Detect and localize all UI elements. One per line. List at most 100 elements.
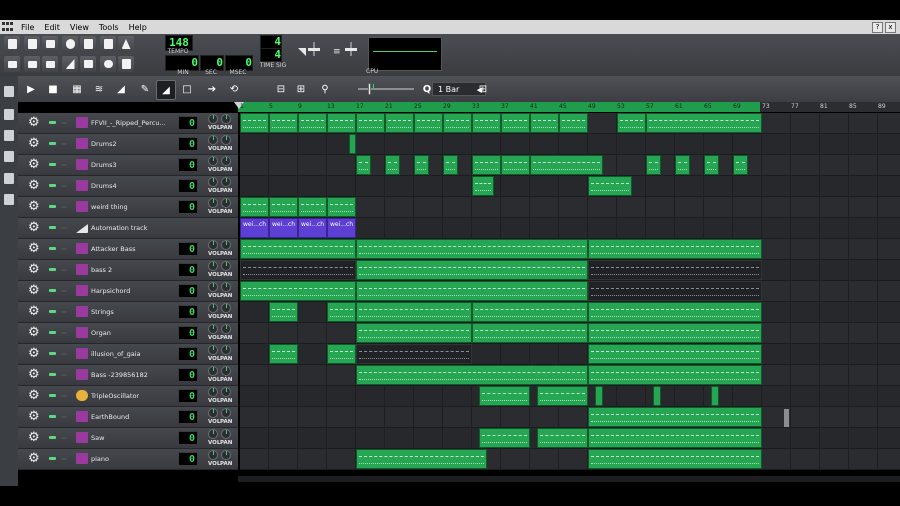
track-name[interactable]: Drums4 — [91, 176, 177, 196]
gear-icon[interactable]: ⚙ — [28, 158, 41, 171]
solo-toggle[interactable] — [61, 353, 67, 355]
mute-toggle[interactable] — [49, 415, 56, 418]
pattern-clip[interactable] — [298, 197, 327, 217]
track-name[interactable]: illusion_of_gaia — [91, 344, 177, 364]
track-channel-display[interactable]: 0 — [178, 389, 198, 403]
vertical-scrollbar[interactable] — [784, 409, 789, 427]
track-channel-display[interactable]: 0 — [178, 284, 198, 298]
mute-toggle[interactable] — [49, 268, 56, 271]
pan-knob[interactable] — [221, 303, 231, 313]
pattern-clip[interactable] — [356, 302, 472, 322]
my-samples-icon[interactable] — [4, 130, 14, 141]
track-lane[interactable] — [240, 344, 900, 365]
track-header[interactable]: ⚙ Attacker Bass 0 VOL PAN — [18, 239, 238, 260]
track-lane[interactable] — [240, 449, 900, 470]
timesig-numerator[interactable]: 4 — [260, 35, 282, 49]
track-channel-display[interactable]: 0 — [178, 452, 198, 466]
track-header[interactable]: ⚙ piano 0 VOL PAN — [18, 449, 238, 470]
my-projects-icon[interactable] — [4, 109, 14, 120]
menu-view[interactable]: View — [65, 23, 94, 32]
menu-help[interactable]: Help — [124, 23, 152, 32]
horizontal-scrollbar[interactable] — [238, 476, 900, 482]
beat-bassline-editor-icon[interactable] — [24, 56, 40, 72]
mute-toggle[interactable] — [49, 184, 56, 187]
pattern-clip[interactable] — [443, 113, 472, 133]
solo-toggle[interactable] — [61, 269, 67, 271]
pattern-clip[interactable] — [588, 428, 762, 448]
pattern-clip[interactable] — [588, 344, 762, 364]
pattern-clip[interactable] — [356, 281, 588, 301]
track-name[interactable]: Harpsichord — [91, 281, 177, 301]
pattern-clip[interactable] — [356, 113, 385, 133]
master-pitch-slider[interactable] — [343, 42, 359, 56]
pattern-clip[interactable] — [588, 176, 632, 196]
track-lane[interactable] — [240, 365, 900, 386]
gear-icon[interactable]: ⚙ — [28, 452, 41, 465]
timesig-denominator[interactable]: 4 — [260, 48, 282, 62]
pattern-clip[interactable] — [588, 449, 762, 469]
pan-knob[interactable] — [221, 408, 231, 418]
automation-clip[interactable]: wei...ch — [240, 218, 269, 238]
pattern-clip[interactable] — [240, 260, 356, 280]
solo-toggle[interactable] — [61, 143, 67, 145]
track-name[interactable]: Attacker Bass — [91, 239, 177, 259]
track-header[interactable]: ⚙ TripleOscillator 0 VOL PAN — [18, 386, 238, 407]
mute-toggle[interactable] — [49, 373, 56, 376]
pattern-clip[interactable] — [472, 323, 588, 343]
piano-roll-icon[interactable] — [42, 56, 58, 72]
mute-toggle[interactable] — [49, 142, 56, 145]
pattern-clip[interactable] — [327, 344, 356, 364]
zoom-slider[interactable] — [358, 83, 414, 95]
mute-toggle[interactable] — [49, 247, 56, 250]
pattern-clip[interactable] — [472, 176, 494, 196]
solo-toggle[interactable] — [61, 206, 67, 208]
pattern-clip[interactable] — [646, 155, 661, 175]
gear-icon[interactable]: ⚙ — [28, 116, 41, 129]
track-header[interactable]: ⚙ Saw 0 VOL PAN — [18, 428, 238, 449]
volume-knob[interactable] — [208, 240, 218, 250]
edit-mode-icon[interactable]: ◢ — [156, 80, 176, 100]
pan-knob[interactable] — [221, 156, 231, 166]
volume-knob[interactable] — [208, 324, 218, 334]
pan-knob[interactable] — [221, 429, 231, 439]
pattern-clip[interactable] — [356, 239, 588, 259]
solo-toggle[interactable] — [61, 164, 67, 166]
pattern-clip[interactable] — [472, 302, 588, 322]
pattern-clip[interactable] — [588, 407, 762, 427]
gear-icon[interactable]: ⚙ — [28, 221, 41, 234]
track-channel-display[interactable]: 0 — [178, 305, 198, 319]
record-icon[interactable]: ⊟ — [272, 80, 290, 98]
mute-toggle[interactable] — [49, 436, 56, 439]
my-presets-icon[interactable] — [4, 151, 14, 162]
pan-knob[interactable] — [221, 261, 231, 271]
pattern-clip[interactable] — [588, 239, 762, 259]
track-header[interactable]: ⚙ weird thing 0 VOL PAN — [18, 197, 238, 218]
pattern-clip[interactable] — [501, 155, 530, 175]
automation-editor-icon[interactable] — [62, 56, 78, 72]
volume-knob[interactable] — [208, 135, 218, 145]
track-header[interactable]: ⚙ Drums2 0 VOL PAN — [18, 134, 238, 155]
pattern-clip[interactable] — [559, 113, 588, 133]
track-header[interactable]: ⚙ illusion_of_gaia 0 VOL PAN — [18, 344, 238, 365]
new-project-icon[interactable] — [4, 36, 20, 52]
track-name[interactable]: Drums2 — [91, 134, 177, 154]
play-icon[interactable]: ▶ — [22, 80, 40, 98]
track-channel-display[interactable]: 0 — [178, 431, 198, 445]
solo-toggle[interactable] — [61, 374, 67, 376]
track-channel-display[interactable]: 0 — [178, 200, 198, 214]
track-lane[interactable] — [240, 260, 900, 281]
new-from-template-icon[interactable] — [24, 36, 40, 52]
solo-toggle[interactable] — [61, 227, 67, 229]
home-folder-icon[interactable] — [4, 173, 14, 184]
track-name[interactable]: Strings — [91, 302, 177, 322]
help-button[interactable]: ? — [872, 21, 883, 33]
track-header[interactable]: ⚙ Strings 0 VOL PAN — [18, 302, 238, 323]
track-name[interactable]: TripleOscillator — [91, 386, 177, 406]
pattern-clip[interactable] — [269, 344, 298, 364]
solo-toggle[interactable] — [61, 332, 67, 334]
solo-toggle[interactable] — [61, 416, 67, 418]
pattern-clip[interactable] — [588, 260, 762, 280]
track-lane[interactable] — [240, 323, 900, 344]
add-automation-track-icon[interactable]: ◢ — [112, 80, 130, 98]
close-button[interactable]: x — [885, 21, 896, 33]
